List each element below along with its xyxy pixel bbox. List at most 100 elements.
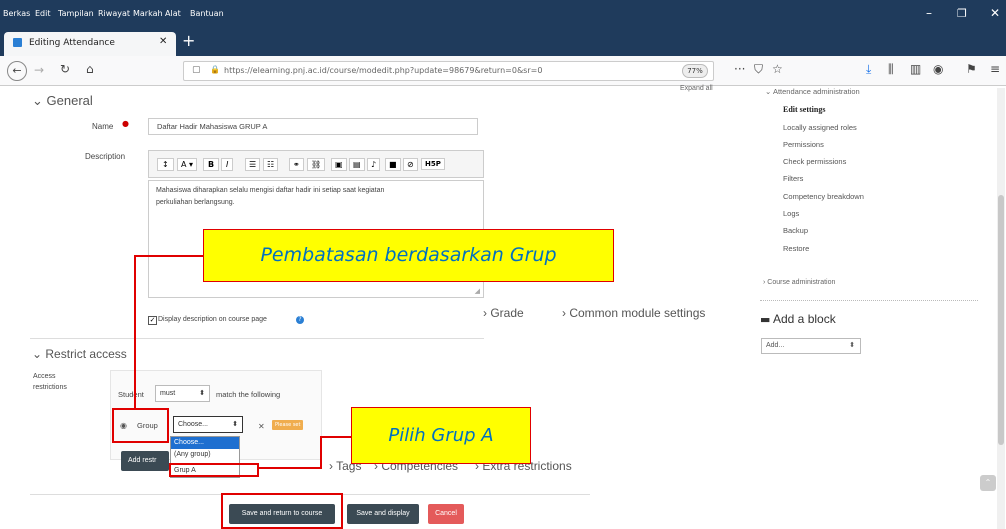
match-label: match the following [216, 390, 281, 399]
sidebar-filters[interactable]: Filters [783, 174, 803, 183]
zoom-level[interactable]: 77% [682, 64, 708, 78]
new-tab-icon[interactable]: + [182, 31, 195, 50]
tab-editing-attendance[interactable]: Editing Attendance ✕ [4, 32, 176, 56]
sidebar-permissions[interactable]: Permissions [783, 140, 824, 149]
general-section-header[interactable]: ⌄ General [32, 93, 93, 109]
sidebar-backup[interactable]: Backup [783, 226, 808, 235]
group-select-value: Choose... [178, 421, 208, 428]
course-admin-link[interactable]: › Course administration [763, 279, 835, 286]
sidebar-restore[interactable]: Restore [783, 244, 809, 253]
description-line-1: Mahasiswa diharapkan selalu mengisi daft… [156, 187, 385, 194]
add-block-icon: ▬ [760, 313, 771, 326]
sidebar-logs[interactable]: Logs [783, 209, 799, 218]
description-label: Description [85, 152, 126, 161]
forward-icon[interactable]: → [34, 63, 44, 77]
add-block-select-value: Add... [766, 342, 785, 349]
delete-restriction-icon[interactable]: ✕ [258, 422, 265, 431]
restrict-access-header[interactable]: ⌄ Restrict access [32, 347, 127, 361]
home-icon[interactable]: ⌂ [86, 62, 94, 76]
help-icon[interactable]: ? [296, 316, 304, 324]
admin-header-text: Attendance administration [772, 87, 860, 96]
common-module-settings-header[interactable]: › Common module settings [562, 306, 705, 320]
record-audio-icon[interactable]: ♪ [367, 158, 381, 171]
sidebar-competency-breakdown[interactable]: Competency breakdown [783, 192, 864, 201]
pocket-icon[interactable]: ⛉ [754, 62, 763, 77]
access-label-line1: Access [33, 373, 56, 380]
annotation-group-highlight [112, 408, 169, 443]
unlink-icon[interactable]: ⛓ [307, 158, 326, 171]
restore-icon[interactable]: ❐ [957, 7, 967, 20]
bookmark-star-icon[interactable]: ☆ [772, 62, 783, 76]
font-style-icon[interactable]: A ▾ [177, 158, 198, 171]
library-icon[interactable]: ⫼ [888, 62, 894, 77]
sidebar-locally-assigned-roles[interactable]: Locally assigned roles [783, 123, 857, 132]
menu-markah[interactable]: Markah [133, 9, 163, 18]
download-icon[interactable]: ⤓ [866, 62, 871, 77]
expand-all-link[interactable]: Expand all [680, 85, 713, 92]
account-icon[interactable]: ◉ [933, 62, 943, 76]
ordered-list-icon[interactable]: ☷ [263, 158, 279, 171]
menu-alat[interactable]: Alat [165, 9, 181, 18]
add-restriction-button[interactable]: Add restr [121, 451, 169, 471]
resize-handle-icon[interactable]: ◢ [475, 287, 480, 295]
must-value: must [160, 390, 176, 397]
save-display-button[interactable]: Save and display [347, 504, 419, 524]
dropdown-option-any-group[interactable]: (Any group) [171, 449, 239, 461]
h5p-icon[interactable]: H5P [421, 158, 445, 170]
bold-icon[interactable]: B [203, 158, 220, 171]
annotation-connector-line [320, 436, 322, 468]
extension-icon[interactable]: ⚑ [966, 62, 977, 76]
link-icon[interactable]: ⚭ [289, 158, 304, 171]
display-description-checkbox[interactable]: ✓ [148, 316, 157, 325]
annotation-connector-line [322, 436, 351, 438]
dropdown-option-choose[interactable]: Choose... [171, 437, 239, 449]
menu-berkas[interactable]: Berkas [3, 9, 30, 18]
tab-close-icon[interactable]: ✕ [159, 36, 167, 47]
tab-title: Editing Attendance [29, 38, 115, 48]
cancel-button[interactable]: Cancel [428, 504, 464, 524]
description-line-2: perkuliahan berlangsung. [156, 199, 235, 206]
menu-tampilan[interactable]: Tampilan [58, 9, 94, 18]
reload-icon[interactable]: ↻ [60, 62, 70, 76]
url-bar[interactable]: ▢ 🔒 https://elearning.pnj.ac.id/course/m… [183, 61, 714, 81]
course-admin-text: Course administration [767, 279, 836, 286]
close-window-icon[interactable]: ✕ [990, 6, 1000, 20]
back-icon[interactable]: ← [7, 61, 27, 81]
name-field[interactable]: Daftar Hadir Mahasiswa GRUP A [148, 118, 478, 135]
more-actions-icon[interactable]: ··· [734, 62, 745, 76]
menu-riwayat[interactable]: Riwayat [98, 9, 130, 18]
name-label: Name [92, 122, 114, 131]
annotation-connector-line [134, 255, 136, 409]
select-caret-icon: ⬍ [849, 342, 855, 349]
sidebar-edit-settings[interactable]: Edit settings [783, 105, 825, 114]
attendance-admin-header[interactable]: ⌄ Attendance administration [765, 87, 860, 96]
lock-icon: 🔒 [210, 65, 220, 74]
minimize-icon[interactable]: – [926, 6, 932, 20]
page-scrollbar-thumb[interactable] [998, 195, 1004, 445]
sidebar-divider [760, 300, 978, 301]
manage-files-icon[interactable]: ⊘ [403, 158, 418, 171]
annotation-connector-line [258, 467, 322, 469]
grade-section-header[interactable]: › Grade [483, 306, 524, 320]
grade-text: Grade [490, 306, 524, 320]
menu-bantuan[interactable]: Bantuan [190, 9, 224, 18]
must-select[interactable]: must ⬍ [155, 385, 210, 402]
select-caret-icon: ⬍ [199, 390, 205, 397]
page-info-icon: ▢ [192, 65, 201, 75]
callout-select-grup-a: Pilih Grup A [351, 407, 531, 464]
hamburger-menu-icon[interactable]: ≡ [990, 62, 1000, 76]
italic-icon[interactable]: I [221, 158, 234, 171]
sidebar-icon[interactable]: ▥ [910, 62, 921, 76]
group-select[interactable]: Choose... ⬍ [173, 416, 243, 433]
image-icon[interactable]: ▣ [331, 158, 347, 171]
toolbar-toggle-icon[interactable]: ↕ [157, 158, 174, 171]
record-video-icon[interactable]: ■ [385, 158, 401, 171]
menu-edit[interactable]: Edit [35, 9, 51, 18]
window-menubar: Berkas Edit Tampilan Riwayat Markah Alat… [0, 0, 1006, 28]
unordered-list-icon[interactable]: ☰ [245, 158, 261, 171]
add-block-select[interactable]: Add... ⬍ [761, 338, 861, 354]
student-label: Student [118, 390, 144, 399]
sidebar-check-permissions[interactable]: Check permissions [783, 157, 846, 166]
scroll-to-top-icon[interactable]: ⌃ [980, 475, 996, 491]
media-icon[interactable]: ▤ [349, 158, 365, 171]
